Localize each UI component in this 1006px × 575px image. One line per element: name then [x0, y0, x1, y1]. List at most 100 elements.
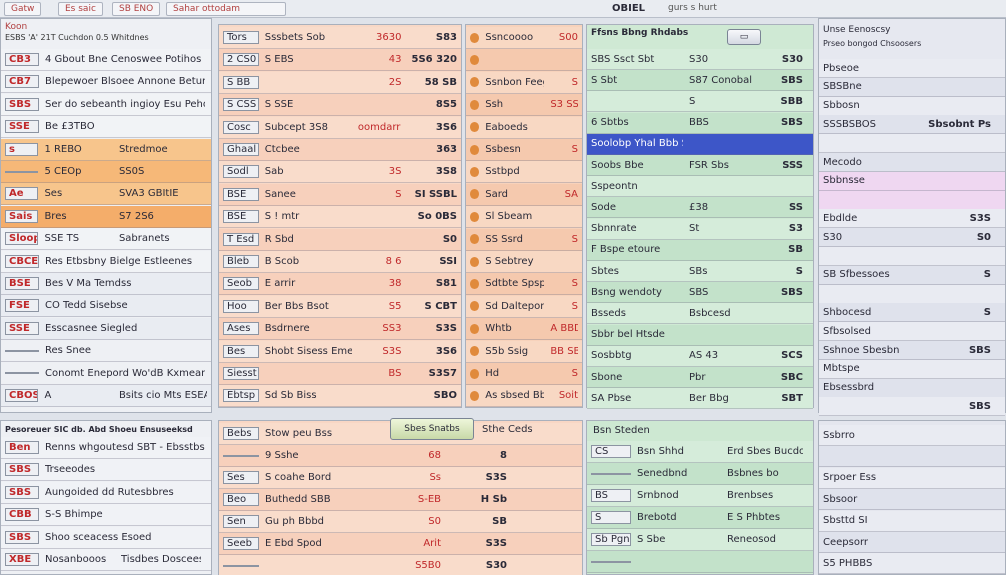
col2-lower-row[interactable]: Sen Gu ph Bbbd S0 SB	[219, 511, 582, 533]
col4-row[interactable]: Sosbbtg AS 43 SCS	[587, 345, 813, 367]
col4-lower-row[interactable]: S Brebotd E S Phbtes	[587, 507, 813, 529]
col3-row[interactable]: Ssncoooo S00	[466, 27, 582, 49]
col2-row[interactable]: Bes Shobt Sisess Emesda S3S 3S6	[219, 340, 461, 363]
col4-row[interactable]: Bsseds Bsbcesd	[587, 303, 813, 325]
col4-row[interactable]: Sode £38 SS	[587, 197, 813, 219]
col3-row[interactable]: Sl Sbeam	[466, 206, 582, 229]
right-lower-row[interactable]: Sbsoor	[819, 489, 1005, 511]
col2-row[interactable]: Sodl Sab 3S 3S8	[219, 161, 461, 184]
col4-row[interactable]: Soolobp Yhal Bbb Ssbibbt	[587, 133, 813, 155]
right-row[interactable]: Sbbnsse	[819, 171, 1005, 191]
col4-lower-row[interactable]	[587, 551, 813, 573]
col3-row[interactable]: Eaboeds	[466, 116, 582, 139]
right-row[interactable]	[819, 134, 1005, 154]
right-lower-row[interactable]: S5 PHBBS	[819, 553, 1005, 575]
col2-lower-row[interactable]: Beo Buthedd SBB S-EB H Sb	[219, 489, 582, 511]
col4-row[interactable]: 6 Sbtbs BBS SBS	[587, 112, 813, 134]
col3-row[interactable]: Sard SA	[466, 183, 582, 206]
right-row[interactable]: Mbtspe	[819, 359, 1005, 379]
col3-row[interactable]: S5b Ssig BB SBO	[466, 340, 582, 363]
col2-row[interactable]: BSE S ! mtr So 0BS	[219, 206, 461, 229]
right-row[interactable]	[819, 284, 1005, 304]
col2-row[interactable]: S CSS S SSE 8S5	[219, 94, 461, 117]
col2-row[interactable]: BSE Sanee S SI SSBL	[219, 183, 461, 206]
col4-lower-row[interactable]: Sb Pgn S Sbe Reneosod	[587, 529, 813, 551]
left-row[interactable]: 5 CEOp SS0S	[1, 161, 211, 183]
col3-row[interactable]: As sbsed Bbb Soit	[466, 385, 582, 408]
col4-row[interactable]: SBS Ssct Sbt S30 S30	[587, 49, 813, 70]
left-row[interactable]: CB3 4 Gbout Bne Cenoswee Potihos	[1, 49, 211, 71]
right-lower-row[interactable]: Ceepsorr	[819, 532, 1005, 553]
col4-row[interactable]: Sbbr bel Htsde	[587, 324, 813, 346]
left-row[interactable]: Res Snee	[1, 340, 211, 363]
right-row[interactable]: SBSBne	[819, 77, 1005, 97]
col4-row[interactable]: F Bspe etoure SB	[587, 239, 813, 261]
left-lower-row[interactable]: SBS Aungoided dd Rutesbbres	[1, 481, 211, 504]
col4-row[interactable]: Sbtes SBs S	[587, 261, 813, 282]
col4-row[interactable]: Sbone Pbr SBC	[587, 367, 813, 388]
col4-lower-row[interactable]: BS Srnbnod Brenbses	[587, 485, 813, 507]
right-row[interactable]: Ebsessbrd	[819, 378, 1005, 398]
col3-row[interactable]: Sstbpd	[466, 161, 582, 184]
left-lower-row[interactable]: SBS Shoo sceacess Esoed	[1, 526, 211, 549]
col3-row[interactable]: Sd Dalteponr S	[466, 295, 582, 318]
col4-close-button[interactable]: ▭	[727, 29, 761, 45]
col3-row[interactable]: Whtb A BBD	[466, 318, 582, 341]
right-lower-row[interactable]: Ssbrro	[819, 425, 1005, 446]
col2-row[interactable]: Ebtsp Sd Sb Biss SBO	[219, 385, 461, 408]
right-lower-row[interactable]: Srpoer Ess	[819, 467, 1005, 489]
col2-row[interactable]: Seob E arrir 38 S81	[219, 273, 461, 296]
col2-lower-row[interactable]: Seeb E Ebd Spod Arit S3S	[219, 533, 582, 555]
left-row[interactable]: SSE Esscasnee Siegled	[1, 317, 211, 340]
right-row[interactable]: Sshnoe Sbesbn SBS	[819, 341, 1005, 360]
right-row[interactable]: Mecodo	[819, 153, 1005, 172]
left-row[interactable]: Sloops SSE TS Sabranets	[1, 228, 211, 251]
col4-lower-row[interactable]: Senedbnd Bsbnes bo	[587, 463, 813, 485]
col4-row[interactable]: Sspeontn	[587, 176, 813, 198]
col3-row[interactable]: Ssh S3 SS	[466, 94, 582, 117]
right-row[interactable]: SB Sfbessoes S	[819, 265, 1005, 285]
col3-row[interactable]: S Sebtrey	[466, 251, 582, 273]
left-row[interactable]: BSE Bes V Ma Temdss	[1, 273, 211, 295]
left-row[interactable]: CBCE Res Etbsbny Bielge Estleenes	[1, 250, 211, 273]
col2-row[interactable]: Tors Sssbets Sob 3630 S83	[219, 27, 461, 49]
left-row[interactable]: CB7 Blepewoer Blsoee Annone Beturs	[1, 71, 211, 94]
tab-4[interactable]: Sahar ottodam	[166, 2, 286, 16]
col2-row[interactable]: Hoo Ber Bbs Bsot S5 S CBT	[219, 295, 461, 318]
left-lower-row[interactable]: Ben Renns whgoutesd SBT - Ebsstbs	[1, 437, 211, 459]
col2-lower-row[interactable]: 9 Sshe 68 8	[219, 445, 582, 467]
col4-row[interactable]: SA Pbse Ber Bbg SBT	[587, 388, 813, 410]
col2-row[interactable]: Ghaal Ctcbee 363	[219, 139, 461, 161]
right-row[interactable]	[819, 247, 1005, 266]
col3-row[interactable]: Sdtbte Spspd S	[466, 273, 582, 296]
col2-row[interactable]: 2 CS0 S EBS 43 5S6 320	[219, 49, 461, 72]
col3-row[interactable]: Hd S	[466, 363, 582, 385]
left-lower-row[interactable]: XBE Nosanbooos Tisdbes Dosceesd e	[1, 549, 211, 571]
col2-row[interactable]: S BB 2S 58 SB	[219, 71, 461, 94]
right-row[interactable]: S30 S0	[819, 228, 1005, 248]
col4-row[interactable]: Sbnnrate St S3	[587, 218, 813, 240]
col2-row[interactable]: Cosc Subcept 3S8 oomdarrlote 3S6	[219, 116, 461, 139]
left-row[interactable]: SSE Be £3TBO	[1, 116, 211, 139]
col3-row[interactable]: Ssbesn S	[466, 139, 582, 161]
right-lower-row[interactable]: Sbsttd SI	[819, 510, 1005, 532]
tab-1[interactable]: Gatw	[4, 2, 42, 16]
col2-row[interactable]: T Esd R Sbd S0	[219, 228, 461, 251]
tab-2[interactable]: Es saic	[58, 2, 103, 16]
col2-row[interactable]: Bleb B Scob 8 6 SSI	[219, 251, 461, 273]
right-row[interactable]: Pbseoe	[819, 59, 1005, 78]
left-row[interactable]: CBOSUE A Bsits cio Mts ESEAS	[1, 385, 211, 407]
tab-3[interactable]: SB ENO	[112, 2, 161, 16]
left-row[interactable]: Ae Ses SVA3 GBItIE	[1, 183, 211, 206]
right-row[interactable]	[819, 190, 1005, 210]
right-row[interactable]: SSSBSBOS Sbsobnt Ps	[819, 115, 1005, 135]
col4-row[interactable]: S SBB	[587, 91, 813, 113]
col3-row[interactable]	[466, 49, 582, 72]
col3-row[interactable]: Ssnbon Feeg S	[466, 71, 582, 94]
stats-button[interactable]: Sbes Snatbs	[390, 418, 474, 440]
col2-lower-row[interactable]: S5B0 S30	[219, 555, 582, 575]
col4-lower-row[interactable]: CS Bsn Shhd Erd Sbes Bucdo	[587, 441, 813, 463]
right-row[interactable]: SBS	[819, 397, 1005, 417]
right-row[interactable]: Ebdlde S3S	[819, 209, 1005, 229]
right-row[interactable]: Shbocesd S	[819, 303, 1005, 323]
